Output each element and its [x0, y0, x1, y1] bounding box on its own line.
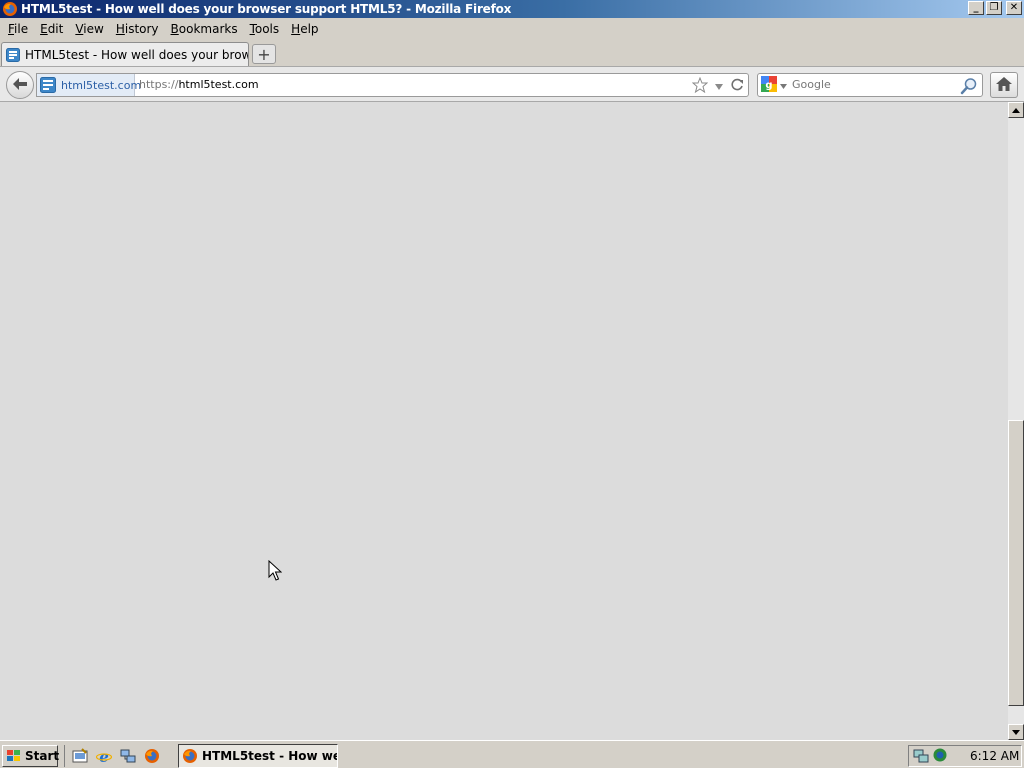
firefox-icon [2, 1, 18, 17]
search-input[interactable]: Google [792, 78, 831, 91]
restore-button[interactable]: ❐ [986, 1, 1002, 15]
html5test-favicon [6, 47, 20, 62]
svg-text:e: e [99, 748, 109, 764]
scroll-down-button[interactable] [1008, 724, 1024, 740]
page-content[interactable] [0, 102, 1008, 740]
menu-label: ookmarks [178, 22, 238, 36]
mouse-cursor-icon [268, 559, 283, 585]
menu-label: ools [254, 22, 280, 36]
identity-domain: html5test.com [61, 78, 142, 92]
taskbar-firefox-button[interactable]: HTML5test - How well ... [178, 744, 338, 768]
network-tray-icon[interactable] [913, 747, 929, 766]
back-button[interactable] [6, 71, 34, 99]
dropdown-arrow-icon[interactable] [714, 80, 724, 94]
dropdown-arrow-icon [780, 78, 787, 92]
menu-label: elp [300, 22, 319, 36]
star-icon[interactable] [691, 76, 709, 96]
menu-bar: File Edit View History Bookmarks Tools H… [0, 18, 1024, 40]
menu-history[interactable]: History [110, 22, 165, 36]
menu-bookmarks[interactable]: Bookmarks [165, 22, 244, 36]
menu-view[interactable]: View [69, 22, 109, 36]
svg-text:g: g [765, 80, 772, 91]
minimize-button[interactable]: _ [968, 1, 984, 15]
scrollbar-thumb[interactable] [1008, 420, 1024, 706]
system-tray: 6:12 AM [908, 745, 1022, 767]
menu-edit[interactable]: Edit [34, 22, 69, 36]
firefox-icon [182, 748, 198, 764]
quick-launch: e [64, 745, 161, 767]
reload-icon[interactable] [730, 78, 744, 95]
menu-file[interactable]: File [2, 22, 34, 36]
new-tab-button[interactable]: + [252, 44, 276, 64]
security-tray-icon[interactable] [932, 747, 948, 766]
clock[interactable]: 6:12 AM [970, 749, 1019, 763]
menu-label: ile [14, 22, 29, 36]
start-button[interactable]: Start [2, 745, 60, 767]
close-button[interactable]: ✕ [1006, 1, 1022, 15]
menu-label: dit [47, 22, 64, 36]
menu-accel: B [170, 22, 179, 36]
menu-accel: H [115, 22, 125, 36]
firefox-icon[interactable] [143, 747, 161, 765]
url-host: html5test.com [178, 78, 259, 91]
scroll-up-button[interactable] [1008, 102, 1024, 118]
search-engine-button[interactable]: g [761, 75, 787, 95]
google-icon: g [761, 75, 777, 95]
task-label: HTML5test - How well ... [202, 749, 337, 763]
start-label: Start [25, 749, 60, 763]
url-protocol: https:// [139, 78, 179, 91]
html5test-favicon [40, 77, 56, 93]
tab-html5test[interactable]: HTML5test - How well does your browser s… [1, 42, 249, 66]
menu-help[interactable]: Help [285, 22, 324, 36]
search-box[interactable]: g Google [757, 73, 983, 97]
window-title: HTML5test - How well does your browser s… [21, 2, 512, 16]
navigation-bar: html5test.com https://html5test.com g Go… [0, 66, 1024, 102]
home-button[interactable] [990, 72, 1018, 98]
taskbar: Start e HTML5test - How well ... 6:12 AM [0, 740, 1024, 768]
windows-logo-icon [6, 749, 22, 763]
menu-accel: E [40, 22, 48, 36]
show-desktop-icon[interactable] [71, 747, 89, 765]
url-bar[interactable]: html5test.com https://html5test.com [36, 73, 749, 97]
menu-label: iew [83, 22, 104, 36]
site-identity-button[interactable]: html5test.com [37, 74, 141, 96]
menu-label: istory [124, 22, 159, 36]
network-icon[interactable] [119, 747, 137, 765]
home-icon [996, 76, 1012, 94]
internet-explorer-icon[interactable]: e [95, 747, 113, 765]
title-bar[interactable]: HTML5test - How well does your browser s… [0, 0, 1024, 18]
vertical-scrollbar[interactable] [1008, 102, 1024, 740]
url-text[interactable]: https://html5test.com [139, 78, 259, 91]
menu-tools[interactable]: Tools [244, 22, 286, 36]
magnifier-icon[interactable] [960, 77, 978, 98]
tab-strip: HTML5test - How well does your browser s… [0, 40, 1024, 66]
tab-label: HTML5test - How well does your browser s… [25, 47, 248, 62]
menu-accel: H [291, 22, 301, 36]
back-arrow-icon [12, 77, 28, 94]
